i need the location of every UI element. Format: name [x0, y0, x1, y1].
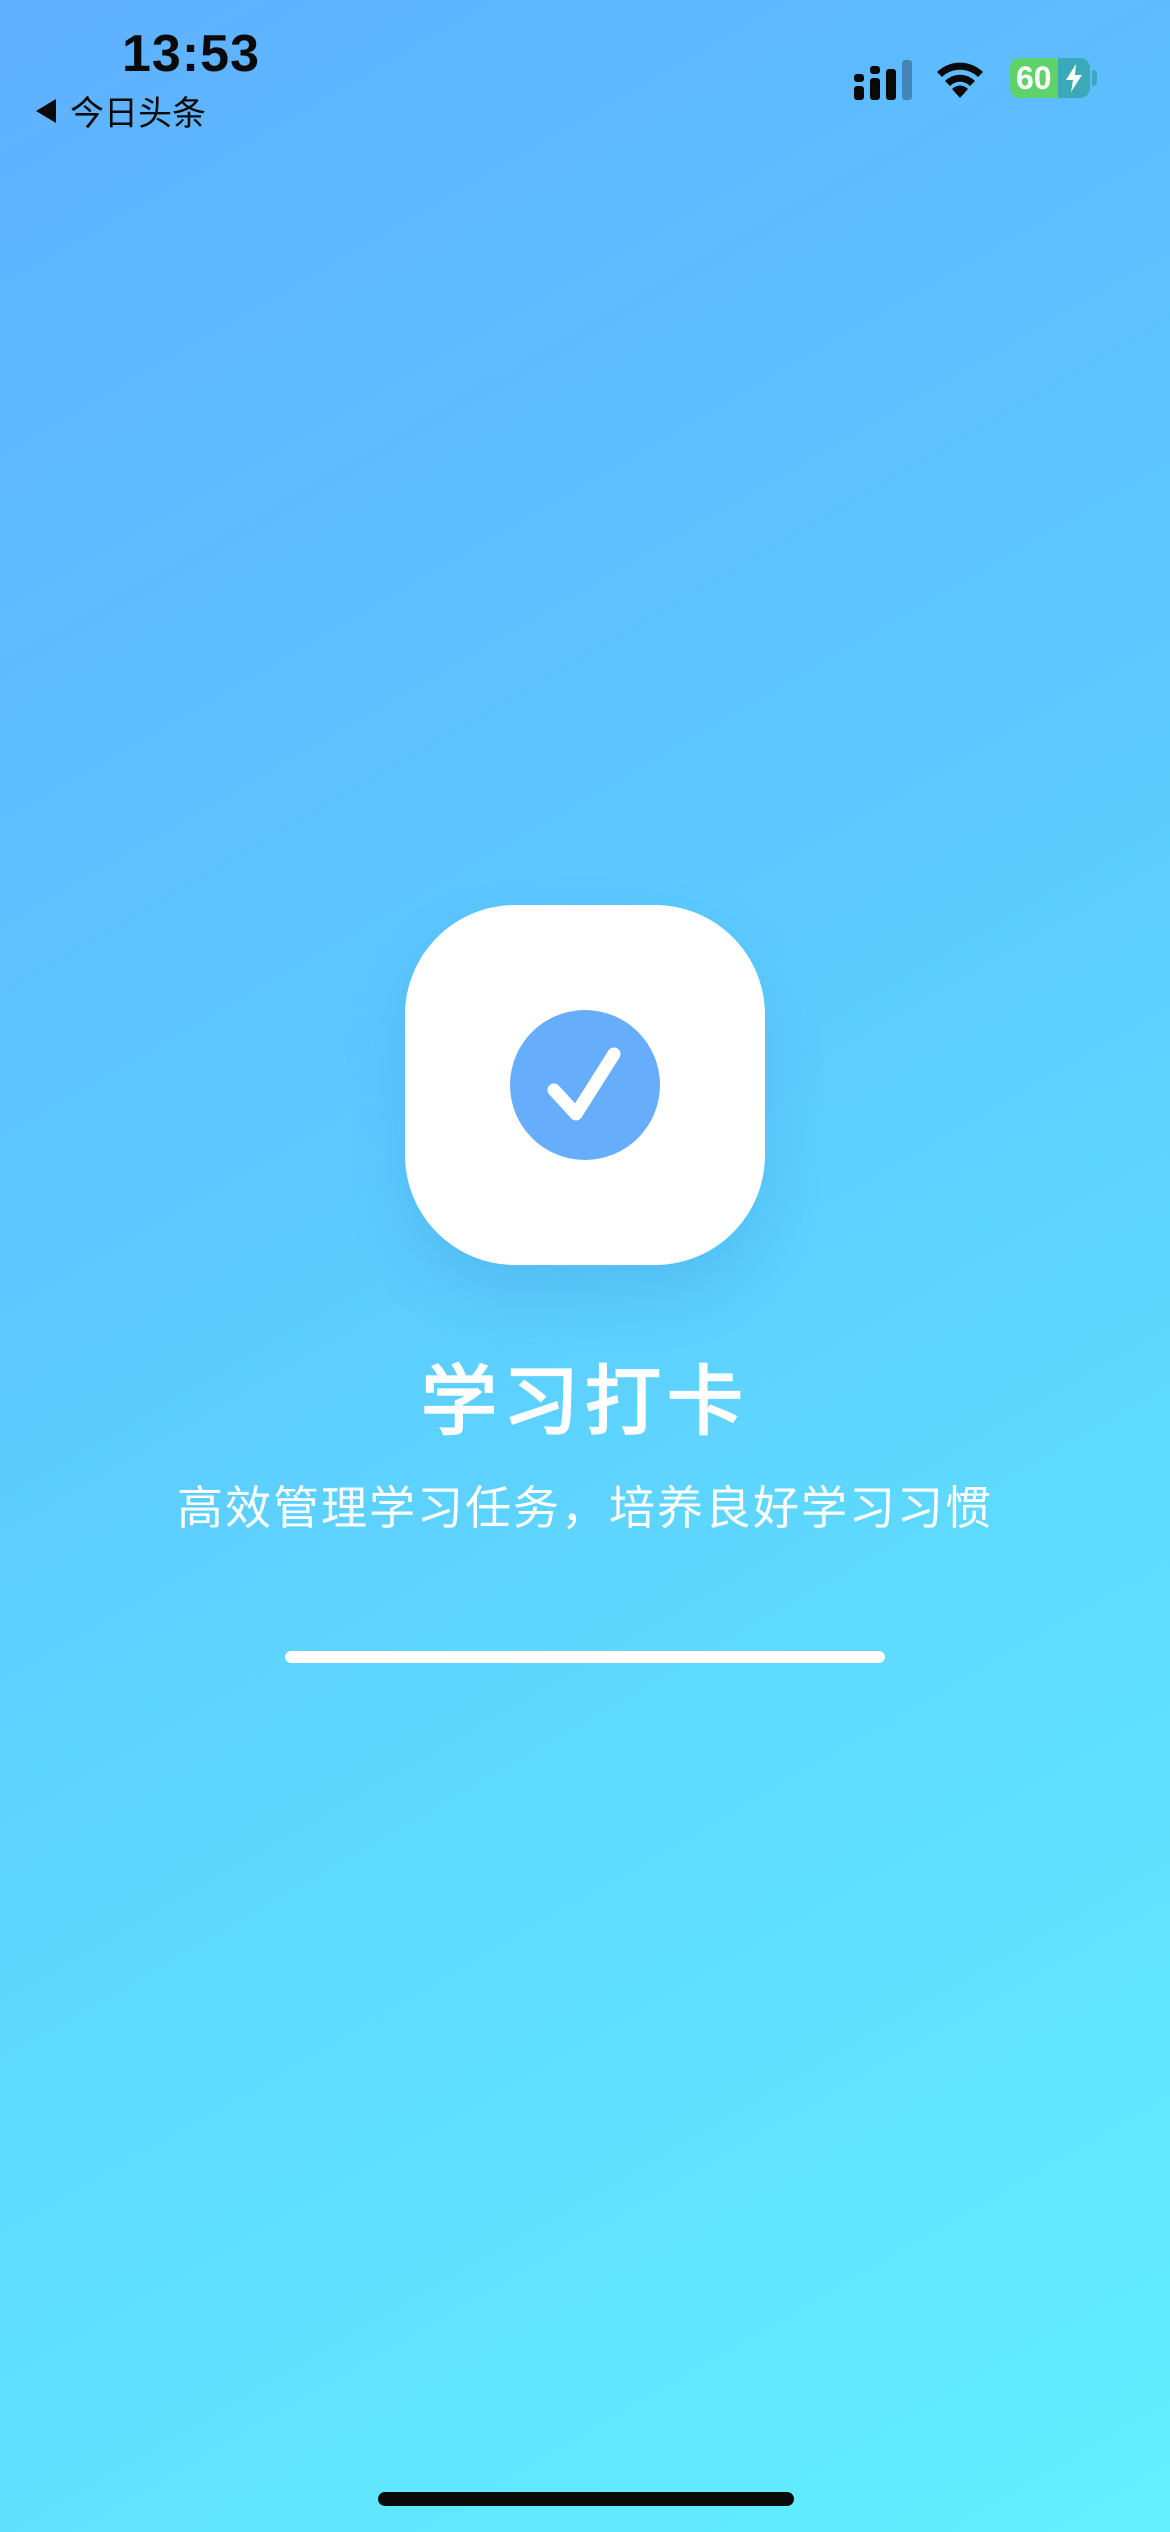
status-bar: 13:53 今日头条 60	[0, 0, 1170, 140]
home-indicator[interactable]	[378, 2492, 794, 2506]
check-icon	[547, 1047, 621, 1121]
app-subtitle: 高效管理学习任务，培养良好学习习惯	[177, 1481, 993, 1535]
battery-indicator: 60	[1010, 58, 1090, 98]
loading-progress-bar	[285, 1651, 885, 1663]
app-title: 学习打卡	[421, 1357, 749, 1446]
wifi-icon	[937, 62, 983, 98]
check-badge	[510, 1010, 660, 1160]
battery-nub	[1092, 70, 1097, 86]
battery-level-text: 60	[1016, 60, 1052, 96]
status-time: 13:53	[122, 25, 260, 83]
cellular-signal-icon	[854, 60, 912, 100]
charging-bolt-icon	[1066, 64, 1082, 92]
loading-progress-fill	[285, 1651, 885, 1663]
back-app-label: 今日头条	[70, 94, 206, 134]
app-icon-tile	[405, 905, 765, 1265]
back-arrow-icon	[36, 98, 56, 123]
back-to-app-link[interactable]: 今日头条	[36, 86, 206, 135]
